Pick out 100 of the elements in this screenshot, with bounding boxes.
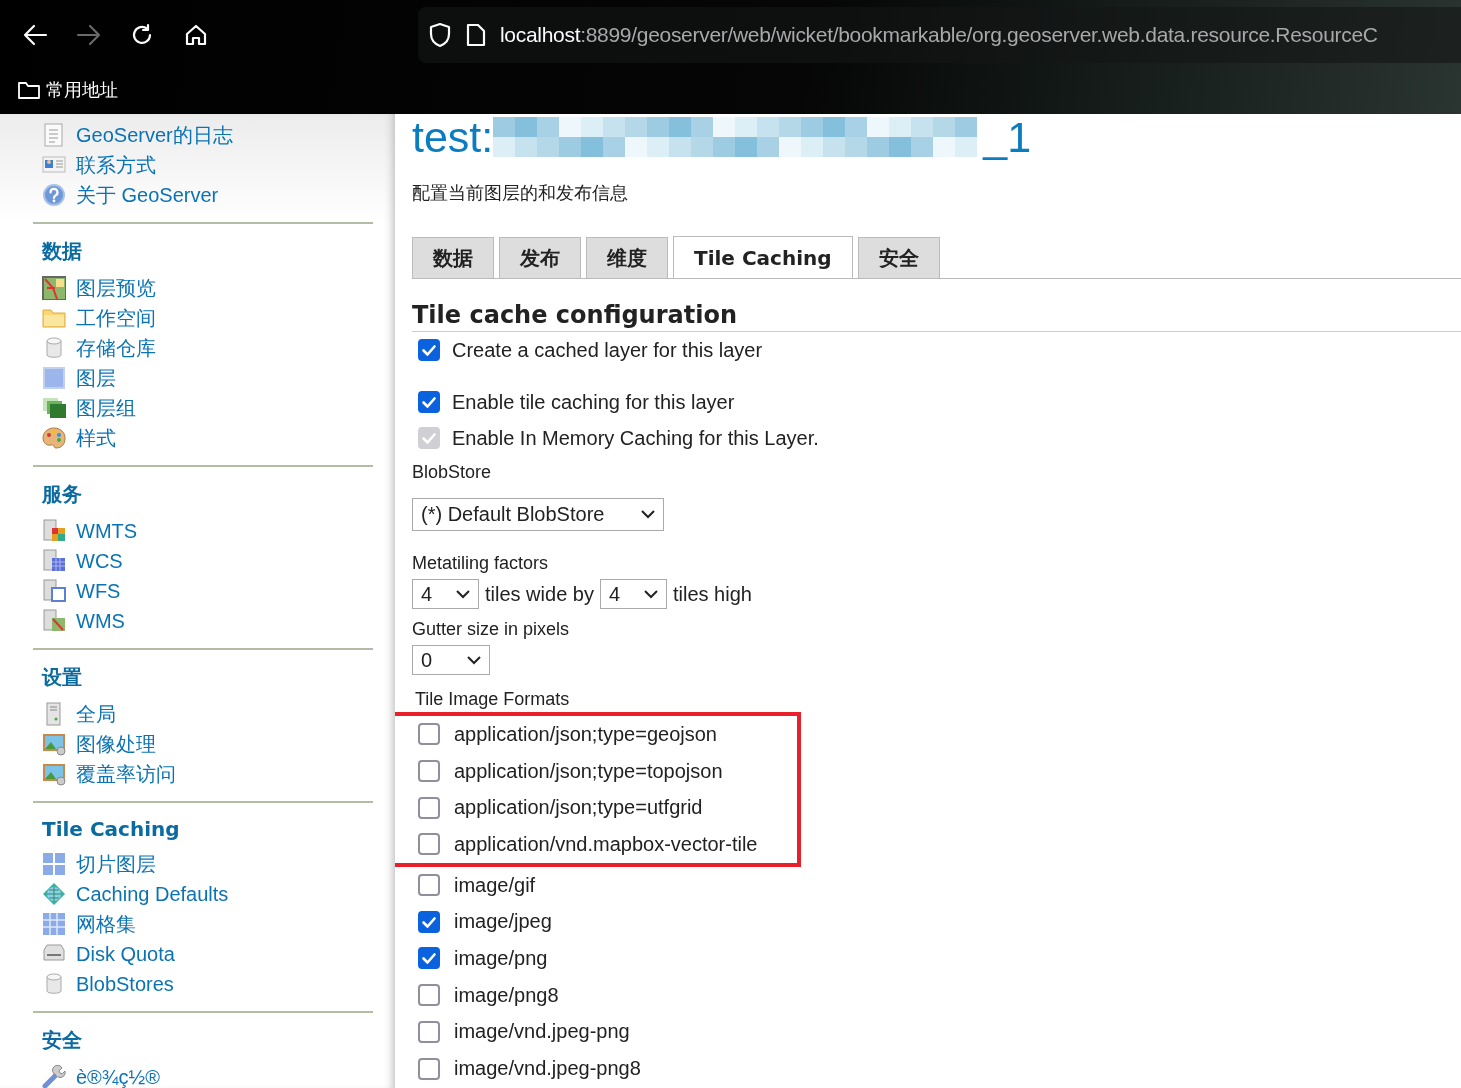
- section-heading: 设置: [40, 664, 83, 691]
- layer-stack-icon: [42, 396, 66, 420]
- checkbox-label: application/json;type=utfgrid: [454, 796, 703, 820]
- folder-icon: [42, 306, 66, 330]
- image-settings-icon: [42, 732, 66, 756]
- checkbox[interactable]: [418, 833, 440, 856]
- section-heading: 服务: [40, 481, 83, 508]
- tab[interactable]: Tile Caching: [673, 236, 853, 278]
- sidebar-link[interactable]: 全局: [33, 699, 116, 729]
- folder-icon: [18, 81, 40, 99]
- sidebar-link[interactable]: BlobStores: [33, 969, 174, 999]
- tab[interactable]: 维度: [586, 237, 668, 278]
- sidebar-link[interactable]: è®¾ç½®: [33, 1062, 160, 1088]
- tab[interactable]: 发布: [499, 237, 581, 278]
- layer-title: _1: [983, 114, 1032, 162]
- checkbox-label: Create a cached layer for this layer: [452, 338, 763, 362]
- checkbox-label: application/vnd.mapbox-vector-tile: [454, 832, 758, 856]
- checkbox[interactable]: [418, 391, 440, 413]
- globe-icon: [42, 882, 66, 906]
- field-label: BlobStore: [412, 460, 493, 484]
- layer-title: test:: [412, 114, 494, 162]
- checkbox-label: image/vnd.jpeg-png8: [454, 1057, 641, 1081]
- checkbox[interactable]: [418, 796, 440, 819]
- checkbox[interactable]: [418, 947, 440, 970]
- dropdown[interactable]: 4: [412, 579, 479, 609]
- server-grid-icon: [42, 549, 66, 573]
- sidebar-link[interactable]: 工作空间: [33, 303, 156, 333]
- chevron-down-icon: [467, 655, 481, 665]
- tile-grid-icon: [42, 852, 66, 876]
- grid-icon: [42, 912, 66, 936]
- shield-icon: [428, 22, 452, 48]
- field-label: Gutter size in pixels: [412, 617, 571, 641]
- wrench-icon: [42, 1065, 66, 1088]
- checkbox[interactable]: [418, 984, 440, 1007]
- checkbox[interactable]: [418, 723, 440, 746]
- map-icon: [42, 276, 66, 300]
- dropdown[interactable]: (*) Default BlobStore: [412, 498, 664, 531]
- chevron-down-icon: [456, 589, 470, 599]
- sidebar-link[interactable]: 图层预览: [33, 273, 156, 303]
- checkbox-label: Enable In Memory Caching for this Layer.: [452, 426, 819, 450]
- image-settings-icon: [42, 762, 66, 786]
- checkbox-label: Enable tile caching for this layer: [452, 390, 735, 414]
- checkbox[interactable]: [418, 874, 440, 897]
- address-bar[interactable]: localhost:8899/geoserver/web/wicket/bookmarkable/org.geoserver.web.data.resource.ResourceC: [418, 7, 1461, 63]
- page-description: 配置当前图层的和发布信息: [412, 182, 629, 205]
- tab[interactable]: 安全: [857, 237, 940, 278]
- section-title: Tile cache configuration: [412, 301, 1461, 332]
- sidebar-link[interactable]: Caching Defaults: [33, 879, 229, 909]
- sidebar-link[interactable]: 图层组: [33, 393, 136, 423]
- sidebar-link[interactable]: 切片图层: [33, 849, 156, 879]
- page-icon: [466, 23, 486, 47]
- checkbox[interactable]: [418, 910, 440, 933]
- dropdown[interactable]: 0: [412, 645, 490, 675]
- checkbox-label: image/png: [454, 946, 548, 970]
- reload-icon[interactable]: [130, 23, 154, 47]
- field-text: tiles wide by: [485, 582, 594, 606]
- dropdown[interactable]: 4: [599, 579, 667, 609]
- checkbox[interactable]: [418, 1057, 440, 1080]
- server-map-icon: [42, 609, 66, 633]
- section-heading: 安全: [41, 1027, 83, 1054]
- square-layer-icon: [42, 366, 66, 390]
- checkbox-label: image/gif: [454, 873, 536, 897]
- field-text: tiles high: [672, 582, 752, 606]
- sidebar-link[interactable]: 图像处理: [33, 729, 156, 759]
- sidebar-link[interactable]: 联系方式: [33, 150, 156, 180]
- tab[interactable]: 数据: [412, 237, 494, 278]
- checkbox[interactable]: [418, 760, 440, 783]
- section-heading: Tile Caching: [41, 816, 181, 843]
- sidebar-link[interactable]: 覆盖率访问: [33, 759, 176, 789]
- sidebar-link[interactable]: 网格集: [33, 909, 136, 939]
- help-icon: [42, 183, 66, 207]
- server-page-icon: [42, 579, 66, 603]
- home-icon[interactable]: [184, 23, 208, 47]
- field-label: Tile Image Formats: [414, 687, 571, 711]
- sidebar-link[interactable]: 样式: [33, 423, 116, 453]
- url-text: localhost:8899/geoserver/web/wicket/bookmarkable/org.geoserver.web.data.resource.ResourceC: [500, 23, 1378, 47]
- checkbox-label: application/json;type=topojson: [454, 759, 723, 783]
- checkbox-label: application/json;type=geojson: [454, 722, 717, 746]
- sidebar-link[interactable]: 关于 GeoServer: [33, 180, 219, 210]
- server-tiles-icon: [42, 519, 66, 543]
- checkbox[interactable]: [418, 339, 440, 361]
- sidebar-link[interactable]: Disk Quota: [33, 939, 175, 969]
- bookmark-folder[interactable]: 常用地址: [18, 78, 118, 102]
- checkbox-label: image/jpeg: [454, 910, 552, 934]
- checkbox-label: image/png8: [454, 983, 559, 1007]
- sidebar-link[interactable]: WMTS: [33, 516, 138, 546]
- chevron-down-icon: [641, 510, 655, 519]
- section-heading: 数据: [41, 238, 83, 265]
- checkbox-label: image/vnd.jpeg-png: [454, 1020, 630, 1044]
- sidebar-link[interactable]: WMS: [33, 606, 125, 636]
- checkbox[interactable]: [418, 1020, 440, 1043]
- chevron-down-icon: [643, 589, 658, 599]
- back-arrow-icon[interactable]: [22, 23, 48, 47]
- palette-icon: [42, 426, 66, 450]
- sidebar-link[interactable]: 存储仓库: [33, 333, 156, 363]
- sidebar-link[interactable]: WFS: [33, 576, 121, 606]
- sidebar-link[interactable]: GeoServer的日志: [33, 120, 233, 150]
- sidebar-link[interactable]: 图层: [33, 363, 116, 393]
- document-icon: [42, 123, 66, 147]
- sidebar-link[interactable]: WCS: [33, 546, 123, 576]
